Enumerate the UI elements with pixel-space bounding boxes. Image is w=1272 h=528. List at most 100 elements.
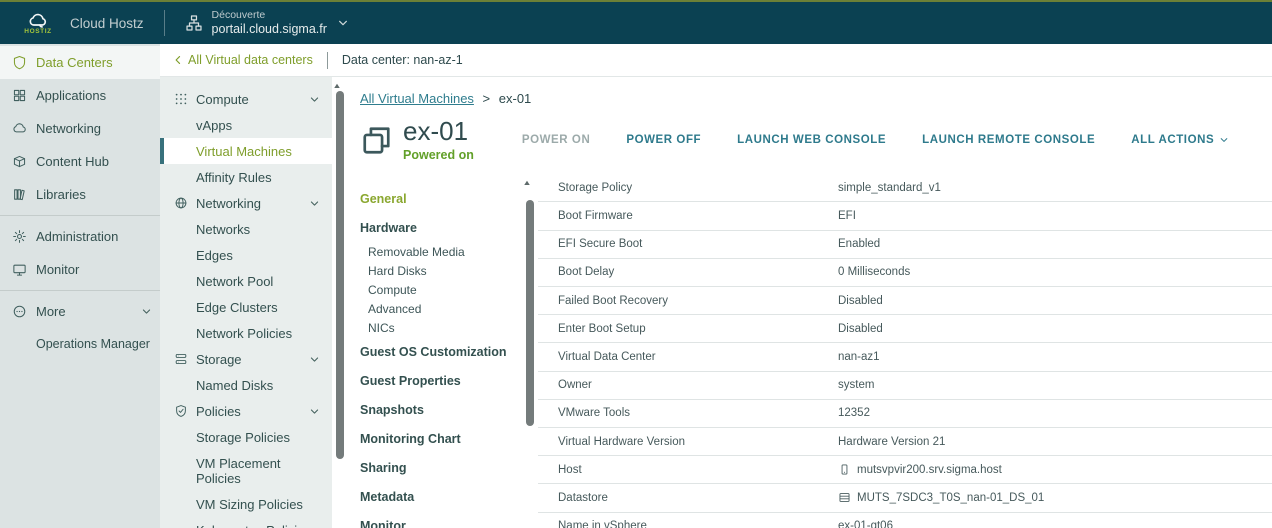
tenant-name: Découverte [212,9,327,22]
details-scrollbar[interactable] [522,174,538,528]
property-value-text: system [838,379,874,391]
action-button[interactable]: LAUNCH REMOTE CONSOLE [922,134,1095,146]
vm-section-label: Metadata [360,490,414,504]
scrollbar-thumb[interactable] [336,91,344,459]
property-row: Storage Policy simple_standard_v1 [538,174,1272,202]
vdc-nav-item-label: vApps [196,118,232,133]
vdc-nav-item[interactable]: Network Pool [160,268,332,294]
vdc-nav-item[interactable]: Edges [160,242,332,268]
vdc-nav-item-label: Affinity Rules [196,170,272,185]
scrollbar-thumb[interactable] [526,200,534,426]
vm-section-item[interactable]: Compute [360,280,522,299]
property-value-text: EFI [838,210,856,222]
vm-section-item[interactable]: General [360,184,522,213]
property-value-text: MUTS_7SDC3_T0S_nan-01_DS_01 [857,492,1044,504]
vdc-nav-item[interactable]: Virtual Machines [160,138,332,164]
vdc-nav-item[interactable]: Networks [160,216,332,242]
app-logo[interactable]: HOSTIZ [16,11,60,35]
back-to-datacenters-link[interactable]: All Virtual data centers [173,53,313,67]
vm-section-item[interactable]: Snapshots [360,395,522,424]
scroll-up-arrow-icon[interactable] [332,82,342,90]
property-label: Boot Delay [538,266,838,278]
sidebar-item-label: Applications [36,88,106,103]
property-label: Enter Boot Setup [538,323,838,335]
org-tree-icon [185,14,203,32]
sidebar-item-label: Data Centers [36,55,113,70]
vdc-nav-item[interactable]: Compute [160,86,332,112]
vm-section-label: Advanced [368,302,421,316]
chevron-down-icon [309,406,320,417]
vdc-sidebar: Compute vApps Virtual Machines [160,77,332,528]
sidebar-item[interactable]: Content Hub [0,145,160,178]
vdc-nav-item-label: Storage [196,352,242,367]
property-row: Enter Boot Setup Disabled [538,315,1272,343]
scroll-up-arrow-icon[interactable] [522,179,532,187]
vm-section-item[interactable]: Guest OS Customization [360,337,522,366]
sidebar-item[interactable]: Libraries [0,178,160,211]
vdc-nav-item[interactable]: Named Disks [160,372,332,398]
breadcrumb-all-vms-link[interactable]: All Virtual Machines [360,91,474,106]
vdc-nav-item[interactable]: Affinity Rules [160,164,332,190]
action-button-label: LAUNCH REMOTE CONSOLE [922,134,1095,146]
property-row: Virtual Hardware Version Hardware Versio… [538,428,1272,456]
sidebar-item-label: Administration [36,229,118,244]
action-button[interactable]: LAUNCH WEB CONSOLE [737,134,886,146]
property-value-text: mutsvpvir200.srv.sigma.host [857,464,1002,476]
action-button[interactable]: POWER OFF [626,134,701,146]
policy-icon [174,404,188,418]
vm-section-item[interactable]: Guest Properties [360,366,522,395]
vm-section-item[interactable]: NICs [360,318,522,337]
vm-section-label: Monitoring Chart [360,432,461,446]
compute-icon [174,92,188,106]
vm-section-item[interactable]: Monitor [360,511,522,528]
property-value: MUTS_7SDC3_T0S_nan-01_DS_01 [838,491,1044,504]
vm-section-label: Sharing [360,461,407,475]
property-row: EFI Secure Boot Enabled [538,231,1272,259]
monitor-icon [12,262,27,277]
property-row: Datastore MUTS_7SDC3_T0S_nan-01_DS_01 [538,484,1272,512]
sidebar-item-label: Operations Manager [36,337,150,351]
property-label: EFI Secure Boot [538,238,838,250]
sidebar-item[interactable]: Networking [0,112,160,145]
vm-section-item[interactable]: Hard Disks [360,261,522,280]
sidebar-item[interactable]: Operations Manager [0,328,160,360]
vm-section-item[interactable]: Monitoring Chart [360,424,522,453]
vdc-nav-item-label: Networking [196,196,261,211]
vm-properties-table: Storage Policy simple_standard_v1 Boot F… [538,174,1272,528]
vdc-nav-item[interactable]: Policies [160,398,332,424]
vdc-nav-item[interactable]: Storage [160,346,332,372]
sidebar-item[interactable]: Administration [0,220,160,253]
vm-section-item[interactable]: Hardware [360,213,522,242]
vm-section-label: Guest OS Customization [360,345,507,359]
property-value-text: Hardware Version 21 [838,436,945,448]
action-button-label: LAUNCH WEB CONSOLE [737,134,886,146]
property-label: Name in vSphere [538,520,838,528]
vdc-nav-item[interactable]: Networking [160,190,332,216]
vdc-nav-item[interactable]: Kubernetes Policies [160,517,332,528]
sidebar-item[interactable]: Monitor [0,253,160,286]
tenant-switcher[interactable]: Découverte portail.cloud.sigma.fr [185,9,349,38]
vm-section-item[interactable]: Metadata [360,482,522,511]
action-button-label: POWER OFF [626,134,701,146]
vdc-nav-item[interactable]: Edge Clusters [160,294,332,320]
vm-section-label: General [360,192,407,206]
action-button[interactable]: ALL ACTIONS [1131,134,1229,146]
vm-section-item[interactable]: Sharing [360,453,522,482]
property-label: Failed Boot Recovery [538,295,838,307]
vdc-nav-item[interactable]: VM Placement Policies [160,450,332,491]
vdc-nav-item[interactable]: VM Sizing Policies [160,491,332,517]
vm-section-item[interactable]: Advanced [360,299,522,318]
sidebar-item[interactable]: Data Centers [0,46,160,79]
vdc-nav-item[interactable]: vApps [160,112,332,138]
sidebar-item[interactable]: More [0,295,160,328]
vdc-nav-item[interactable]: Storage Policies [160,424,332,450]
sidebar-item[interactable]: Applications [0,79,160,112]
storage-icon [174,352,188,366]
vm-section-item[interactable]: Removable Media [360,242,522,261]
vdc-nav-item[interactable]: Network Policies [160,320,332,346]
vdc-nav-item-label: VM Placement Policies [196,456,320,486]
action-button[interactable]: POWER ON [522,134,591,146]
main-scrollbar[interactable] [332,77,348,528]
vm-action-toolbar: POWER ON POWER OFF LAUNCH WEB CONSOLE [522,134,1229,146]
property-value-text: nan-az1 [838,351,880,363]
